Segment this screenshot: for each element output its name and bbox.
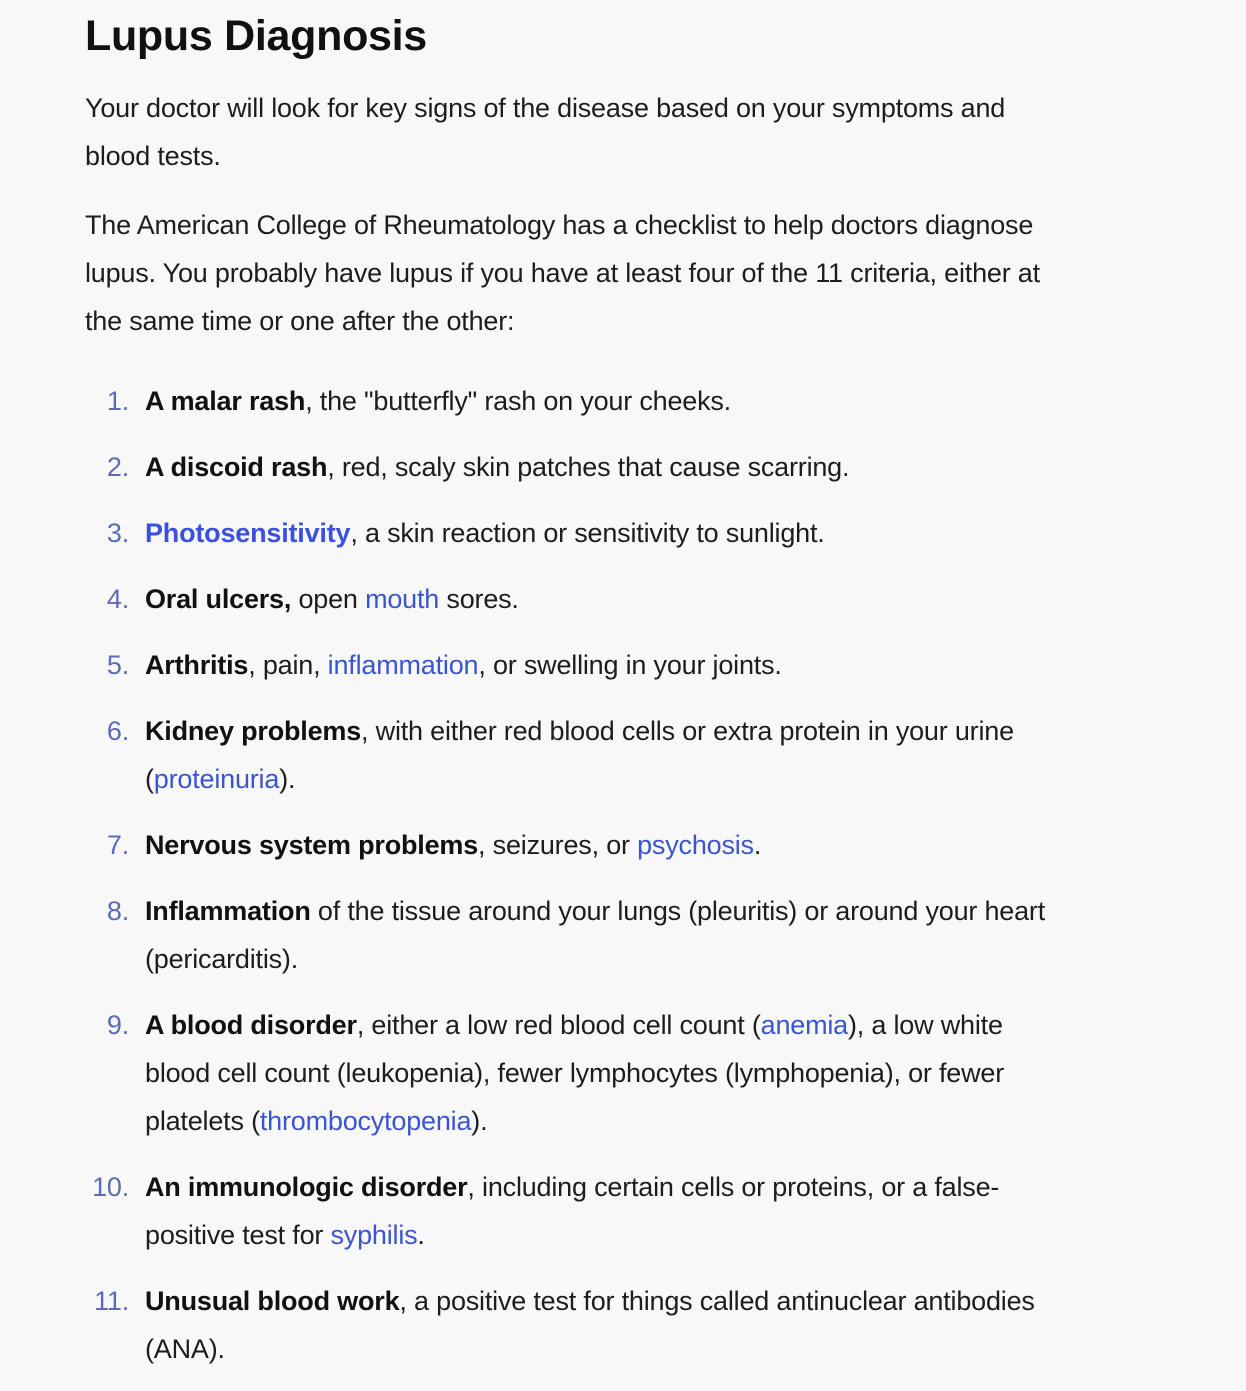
list-item: 9. A blood disorder, either a low red blo… [85,1001,1065,1145]
criterion-term: Arthritis [145,650,249,680]
criterion-text: sores. [439,584,519,614]
criterion-text: ). [471,1106,488,1136]
criterion-text: . [417,1220,425,1250]
term-link[interactable]: proteinuria [154,764,280,794]
criterion-text: , either a low red blood cell count ( [356,1010,761,1040]
criterion-text: , red, scaly skin patches that cause sca… [327,452,850,482]
checklist-intro-paragraph: The American College of Rheumatology has… [85,210,1040,336]
list-item: 11. Unusual blood work, a positive test f… [85,1277,1065,1373]
page-title: Lupus Diagnosis [85,12,427,60]
criterion-text: , or swelling in your joints. [478,650,782,680]
list-item: 10. An immunologic disorder, including ce… [85,1163,1065,1259]
criterion-text: open [291,584,366,614]
list-number: 11. [94,1286,129,1316]
intro-paragraph: Your doctor will look for key signs of t… [85,93,1006,171]
term-link[interactable]: Photosensitivity [145,518,351,548]
term-link[interactable]: anemia [761,1010,849,1040]
list-item: 6. Kidney problems, with either red blood… [85,707,1065,803]
list-number: 1. [106,386,129,416]
list-number: 2. [106,452,129,482]
criterion-text: ). [279,764,296,794]
criteria-list: 1. A malar rash, the "butterfly" rash on … [85,377,1065,1391]
criterion-term: Nervous system problems [145,830,479,860]
criterion-term: Inflammation [145,896,311,926]
list-number: 10. [92,1172,129,1202]
criterion-term: Oral ulcers, [145,584,292,614]
list-item: 2. A discoid rash, red, scaly skin patche… [85,443,1065,491]
criterion-text: , a skin reaction or sensitivity to sunl… [350,518,825,548]
criterion-term: A discoid rash [145,452,328,482]
list-item: 5. Arthritis, pain, inflammation, or swel… [85,641,1065,689]
criterion-term: Kidney problems [145,716,362,746]
list-number: 4. [106,584,129,614]
list-item: 4. Oral ulcers, open mouth sores. [85,575,1065,623]
list-number: 6. [106,716,129,746]
criterion-term: A malar rash [145,386,306,416]
criterion-term: Unusual blood work [145,1286,400,1316]
list-number: 9. [106,1010,129,1040]
term-link[interactable]: psychosis [637,830,754,860]
list-item: 7. Nervous system problems, seizures, or … [85,821,1065,869]
criterion-term: An immunologic disorder [145,1172,468,1202]
list-number: 3. [106,518,129,548]
criterion-text: , the "butterfly" rash on your cheeks. [305,386,731,416]
list-number: 5. [106,650,129,680]
criterion-text: , pain, [248,650,328,680]
criterion-term: A blood disorder [145,1010,357,1040]
term-link[interactable]: thrombocytopenia [260,1106,472,1136]
term-link[interactable]: inflammation [328,650,479,680]
term-link[interactable]: syphilis [330,1220,417,1250]
list-number: 8. [106,896,129,926]
criterion-text: , seizures, or [478,830,638,860]
list-item: 8. Inflammation of the tissue around your… [85,887,1065,983]
list-number: 7. [106,830,129,860]
list-item: 1. A malar rash, the "butterfly" rash on … [85,377,1065,425]
term-link[interactable]: mouth [365,584,439,614]
list-item: 3. Photosensitivity, a skin reaction or s… [85,509,1065,557]
criterion-text: . [753,830,762,860]
